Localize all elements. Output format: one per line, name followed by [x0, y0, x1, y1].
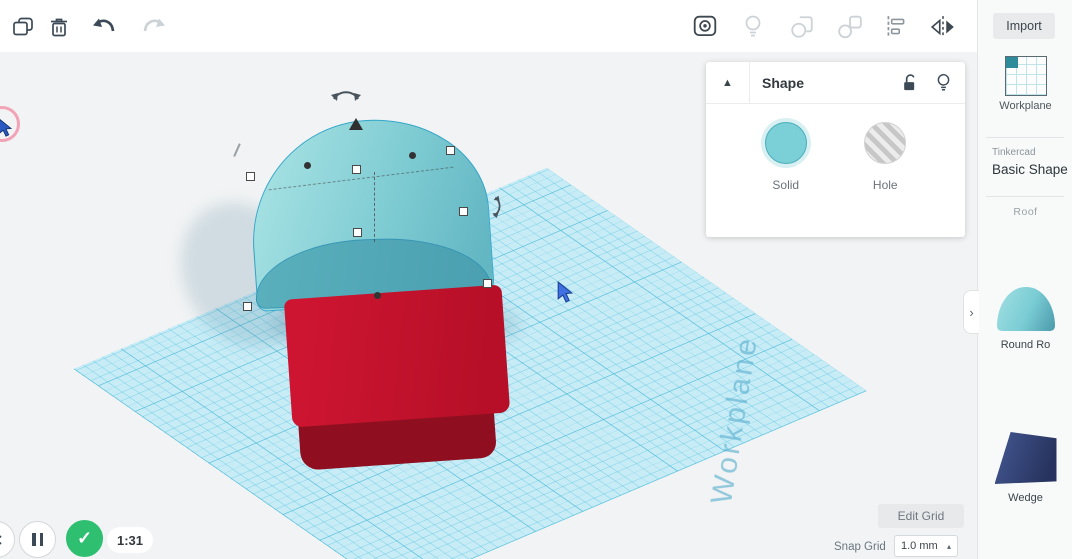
redo-icon	[143, 18, 165, 32]
copy-icon	[13, 17, 33, 36]
snap-grid-dropdown[interactable]: 1.0 mm ▴	[894, 535, 958, 557]
rotate-handle-icon[interactable]	[330, 84, 362, 102]
delete-button[interactable]	[44, 13, 74, 41]
undo-icon	[93, 18, 115, 32]
sidebar-item-workplane[interactable]: Workplane	[978, 50, 1072, 112]
group-icon	[791, 16, 813, 38]
copy-button[interactable]	[8, 13, 38, 41]
scale-handle[interactable]	[352, 165, 361, 174]
shape-category-dropdown[interactable]: Basic Shape	[992, 162, 1068, 177]
sidebar-item-round-roof[interactable]: Round Ro	[978, 287, 1072, 351]
hole-option-label: Hole	[872, 178, 898, 192]
pause-button[interactable]	[19, 521, 56, 558]
sidebar-collapse-button[interactable]: ›	[963, 290, 979, 334]
red-box-shape[interactable]	[283, 284, 511, 428]
shape-panel-header: ▲ Shape	[706, 62, 965, 104]
lightbulb-icon[interactable]	[934, 72, 953, 94]
confirm-button[interactable]: ✓	[66, 520, 103, 557]
top-toolbar	[0, 0, 977, 52]
caret-up-icon: ▴	[946, 541, 951, 551]
check-icon: ✓	[76, 528, 93, 548]
scale-handle[interactable]	[243, 302, 252, 311]
midpoint-handle[interactable]	[409, 152, 416, 159]
chevron-right-icon: ›	[969, 304, 974, 320]
divider	[986, 137, 1064, 138]
solid-option-label: Solid	[772, 178, 800, 192]
workplane-item-label: Workplane	[999, 100, 1052, 112]
shape-section-label: Roof	[1013, 206, 1038, 218]
scale-handle[interactable]	[353, 228, 362, 237]
divider	[986, 196, 1064, 197]
redo-button[interactable]	[138, 13, 168, 41]
align-button[interactable]	[881, 13, 911, 41]
mirror-button[interactable]	[928, 13, 958, 41]
scale-handle[interactable]	[446, 146, 455, 155]
ungroup-button[interactable]	[835, 13, 865, 41]
timer-badge: 1:31	[107, 527, 154, 553]
close-icon	[0, 535, 2, 544]
workplane-grid-icon	[1004, 56, 1047, 96]
undo-button[interactable]	[90, 13, 120, 41]
show-all-button[interactable]	[690, 13, 720, 41]
ungroup-icon	[838, 15, 862, 39]
trash-icon	[51, 18, 67, 37]
snap-grid-value: 1.0 mm	[901, 540, 938, 552]
midpoint-handle[interactable]	[304, 162, 311, 169]
lightbulb-icon	[745, 15, 761, 37]
height-handle[interactable]	[349, 118, 363, 130]
snap-grid-label: Snap Grid	[834, 541, 886, 553]
sidebar-item-wedge[interactable]: Wedge	[978, 432, 1072, 504]
selection-dashed-line-vertical	[374, 172, 375, 242]
brand-label: Tinkercad	[992, 147, 1036, 158]
scale-handle[interactable]	[459, 207, 468, 216]
bright-hide-button[interactable]	[738, 13, 768, 41]
lock-open-icon[interactable]	[900, 72, 920, 94]
shape-panel-title: Shape	[762, 74, 805, 91]
rotate-handle-icon[interactable]	[491, 194, 507, 219]
wedge-label: Wedge	[1008, 492, 1043, 504]
shape-inspector-panel: ▲ Shape Solid Hole	[706, 62, 965, 237]
hole-option[interactable]: Hole	[864, 122, 907, 192]
group-button[interactable]	[787, 13, 817, 41]
scale-handle[interactable]	[246, 172, 255, 181]
dimension-tick	[233, 143, 241, 157]
shapes-sidebar: Import Workplane Tinkercad Basic Shape R…	[963, 0, 1072, 559]
round-roof-icon	[996, 287, 1055, 331]
show-all-icon	[693, 15, 717, 37]
hole-swatch[interactable]	[864, 122, 907, 164]
midpoint-handle[interactable]	[374, 292, 381, 299]
click-indicator-ring	[0, 106, 20, 142]
tinkercad-app-window: Workplane ▲ Shape Solid Hole Import Work…	[0, 0, 1072, 559]
mirror-icon	[930, 16, 954, 38]
wedge-icon	[994, 432, 1057, 484]
solid-option[interactable]: Solid	[764, 122, 807, 192]
round-roof-label: Round Ro	[1000, 339, 1051, 351]
align-icon	[887, 16, 905, 38]
scale-handle[interactable]	[483, 279, 492, 288]
edit-grid-button[interactable]: Edit Grid	[878, 504, 964, 528]
pause-icon	[32, 533, 43, 546]
import-button[interactable]: Import	[993, 13, 1055, 39]
collapse-panel-button[interactable]: ▲	[706, 62, 750, 103]
solid-swatch[interactable]	[764, 122, 807, 164]
